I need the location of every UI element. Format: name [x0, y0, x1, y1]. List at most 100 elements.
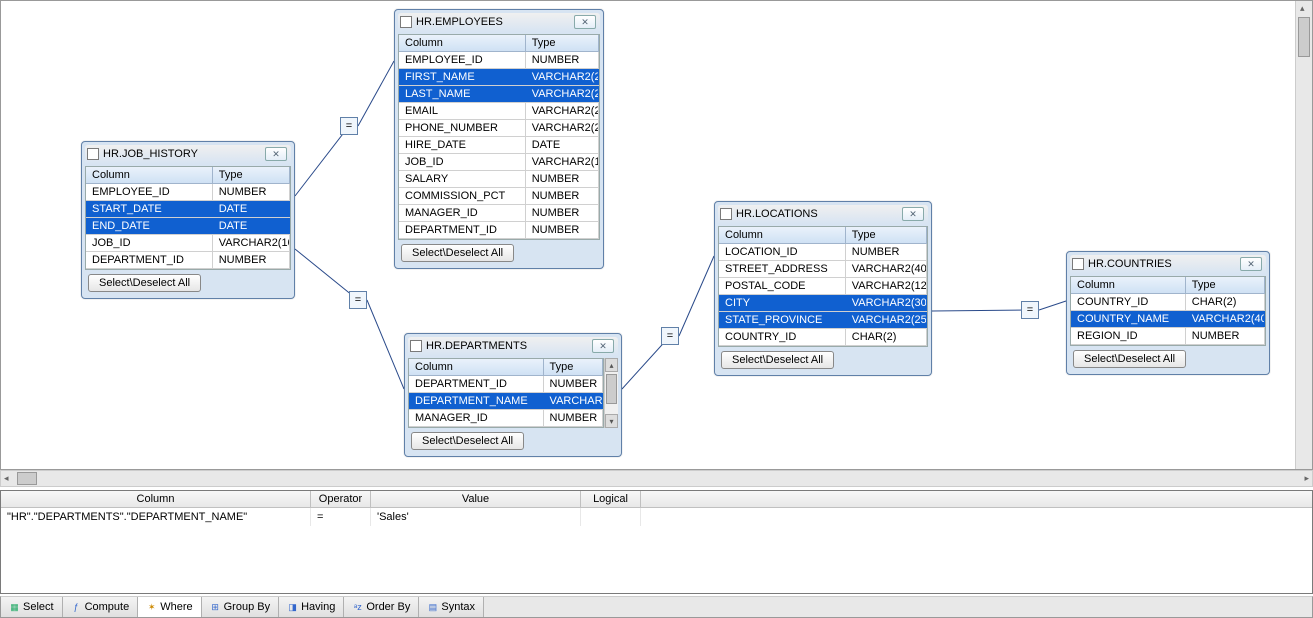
select-icon: ▦	[9, 602, 20, 613]
column-row[interactable]: COUNTRY_IDCHAR(2)	[719, 329, 927, 346]
column-name-cell: END_DATE	[86, 218, 213, 234]
select-deselect-all-button[interactable]: Select\Deselect All	[401, 244, 514, 262]
select-deselect-all-button[interactable]: Select\Deselect All	[88, 274, 201, 292]
tab-groupby[interactable]: ⊞Group By	[202, 597, 279, 617]
column-type-cell: CHAR(2)	[1186, 294, 1265, 310]
column-row[interactable]: EMAILVARCHAR2(25)	[399, 103, 599, 120]
column-name-cell: JOB_ID	[86, 235, 213, 251]
column-name-cell: COUNTRY_NAME	[1071, 311, 1186, 327]
table-checkbox[interactable]	[410, 340, 422, 352]
grid-header: ColumnType	[409, 359, 603, 376]
select-deselect-all-button[interactable]: Select\Deselect All	[721, 351, 834, 369]
column-row[interactable]: FIRST_NAMEVARCHAR2(20)	[399, 69, 599, 86]
table-window-employees[interactable]: HR.EMPLOYEES✕ColumnTypeEMPLOYEE_IDNUMBER…	[394, 9, 604, 269]
column-row[interactable]: PHONE_NUMBERVARCHAR2(20)	[399, 120, 599, 137]
main-vertical-scrollbar[interactable]	[1295, 1, 1312, 469]
table-titlebar[interactable]: HR.JOB_HISTORY✕	[85, 145, 291, 164]
filter-cell-column[interactable]: "HR"."DEPARTMENTS"."DEPARTMENT_NAME"	[1, 508, 311, 526]
table-window-departments[interactable]: HR.DEPARTMENTS✕ ColumnTypeDEPARTMENT_IDNU…	[404, 333, 622, 457]
column-row[interactable]: START_DATEDATE	[86, 201, 290, 218]
grid-header-type: Type	[1186, 277, 1265, 293]
table-checkbox[interactable]	[87, 148, 99, 160]
column-row[interactable]: REGION_IDNUMBER	[1071, 328, 1265, 345]
filter-header-operator: Operator	[311, 491, 371, 507]
column-row[interactable]: COUNTRY_NAMEVARCHAR2(40)	[1071, 311, 1265, 328]
column-row[interactable]: POSTAL_CODEVARCHAR2(12)	[719, 278, 927, 295]
column-row[interactable]: HIRE_DATEDATE	[399, 137, 599, 154]
column-row[interactable]: COMMISSION_PCTNUMBER	[399, 188, 599, 205]
column-row[interactable]: DEPARTMENT_IDNUMBER	[86, 252, 290, 269]
join-operator-box[interactable]: =	[340, 117, 358, 135]
orderby-icon: ᵃz	[352, 602, 363, 613]
table-window-locations[interactable]: HR.LOCATIONS✕ ColumnTypeLOCATION_IDNUMBER…	[714, 201, 932, 376]
close-icon[interactable]: ✕	[1240, 257, 1262, 271]
column-row[interactable]: STATE_PROVINCEVARCHAR2(25)	[719, 312, 927, 329]
column-name-cell: DEPARTMENT_ID	[86, 252, 213, 268]
column-row[interactable]: JOB_IDVARCHAR2(10)	[86, 235, 290, 252]
table-titlebar[interactable]: HR.EMPLOYEES✕	[398, 13, 600, 32]
column-row[interactable]: DEPARTMENT_NAMEVARCHAR2	[409, 393, 603, 410]
filter-cell-value[interactable]: 'Sales'	[371, 508, 581, 526]
close-icon[interactable]: ✕	[902, 207, 924, 221]
table-titlebar[interactable]: HR.LOCATIONS✕	[718, 205, 928, 224]
column-type-cell: VARCHAR2(40)	[846, 261, 927, 277]
column-row[interactable]: JOB_IDVARCHAR2(10)	[399, 154, 599, 171]
column-row[interactable]: END_DATEDATE	[86, 218, 290, 235]
tab-label: Group By	[224, 601, 270, 613]
filter-row[interactable]: "HR"."DEPARTMENTS"."DEPARTMENT_NAME" = '…	[1, 508, 1312, 526]
column-type-cell: NUMBER	[526, 52, 599, 68]
column-row[interactable]: DEPARTMENT_IDNUMBER	[399, 222, 599, 239]
column-row[interactable]: LOCATION_IDNUMBER	[719, 244, 927, 261]
column-name-cell: EMAIL	[399, 103, 526, 119]
filter-cell-logical[interactable]	[581, 508, 641, 526]
tab-having[interactable]: ◨Having	[279, 597, 344, 617]
column-name-cell: JOB_ID	[399, 154, 526, 170]
column-type-cell: NUMBER	[544, 410, 603, 426]
grid-vertical-scrollbar[interactable]: ▴▾	[604, 358, 618, 428]
column-row[interactable]: EMPLOYEE_IDNUMBER	[399, 52, 599, 69]
tab-select[interactable]: ▦Select	[1, 597, 63, 617]
column-row[interactable]: STREET_ADDRESSVARCHAR2(40)	[719, 261, 927, 278]
filter-header-value: Value	[371, 491, 581, 507]
table-checkbox[interactable]	[400, 16, 412, 28]
main-horizontal-scrollbar[interactable]	[0, 470, 1313, 487]
column-row[interactable]: MANAGER_IDNUMBER	[409, 410, 603, 427]
table-checkbox[interactable]	[720, 208, 732, 220]
column-row[interactable]: MANAGER_IDNUMBER	[399, 205, 599, 222]
column-row[interactable]: LAST_NAMEVARCHAR2(25)	[399, 86, 599, 103]
tab-syntax[interactable]: ▤Syntax	[419, 597, 484, 617]
column-row[interactable]: SALARYNUMBER	[399, 171, 599, 188]
table-checkbox[interactable]	[1072, 258, 1084, 270]
column-name-cell: COUNTRY_ID	[719, 329, 846, 345]
table-window-countries[interactable]: HR.COUNTRIES✕ColumnTypeCOUNTRY_IDCHAR(2)…	[1066, 251, 1270, 375]
tab-orderby[interactable]: ᵃzOrder By	[344, 597, 419, 617]
table-titlebar[interactable]: HR.DEPARTMENTS✕	[408, 337, 618, 356]
filter-cell-operator[interactable]: =	[311, 508, 371, 526]
close-icon[interactable]: ✕	[574, 15, 596, 29]
grid-header-column: Column	[719, 227, 846, 243]
column-row[interactable]: COUNTRY_IDCHAR(2)	[1071, 294, 1265, 311]
tab-where[interactable]: ✶Where	[138, 597, 201, 617]
select-deselect-all-button[interactable]: Select\Deselect All	[1073, 350, 1186, 368]
column-name-cell: POSTAL_CODE	[719, 278, 846, 294]
having-icon: ◨	[287, 602, 298, 613]
column-row[interactable]: CITYVARCHAR2(30)	[719, 295, 927, 312]
table-window-job_history[interactable]: HR.JOB_HISTORY✕ColumnTypeEMPLOYEE_IDNUMB…	[81, 141, 295, 299]
close-icon[interactable]: ✕	[592, 339, 614, 353]
column-row[interactable]: DEPARTMENT_IDNUMBER	[409, 376, 603, 393]
grid-header-type: Type	[846, 227, 927, 243]
column-name-cell: EMPLOYEE_ID	[399, 52, 526, 68]
query-canvas[interactable]: HR.JOB_HISTORY✕ColumnTypeEMPLOYEE_IDNUMB…	[1, 1, 1312, 469]
close-icon[interactable]: ✕	[265, 147, 287, 161]
where-filter-pane: Column Operator Value Logical "HR"."DEPA…	[0, 490, 1313, 594]
column-row[interactable]: EMPLOYEE_IDNUMBER	[86, 184, 290, 201]
join-operator-box[interactable]: =	[349, 291, 367, 309]
join-operator-box[interactable]: =	[661, 327, 679, 345]
table-titlebar[interactable]: HR.COUNTRIES✕	[1070, 255, 1266, 274]
filter-header-row: Column Operator Value Logical	[1, 491, 1312, 508]
select-deselect-all-button[interactable]: Select\Deselect All	[411, 432, 524, 450]
column-type-cell: DATE	[213, 201, 290, 217]
grid-header-column: Column	[399, 35, 526, 51]
join-operator-box[interactable]: =	[1021, 301, 1039, 319]
tab-compute[interactable]: ƒCompute	[63, 597, 139, 617]
